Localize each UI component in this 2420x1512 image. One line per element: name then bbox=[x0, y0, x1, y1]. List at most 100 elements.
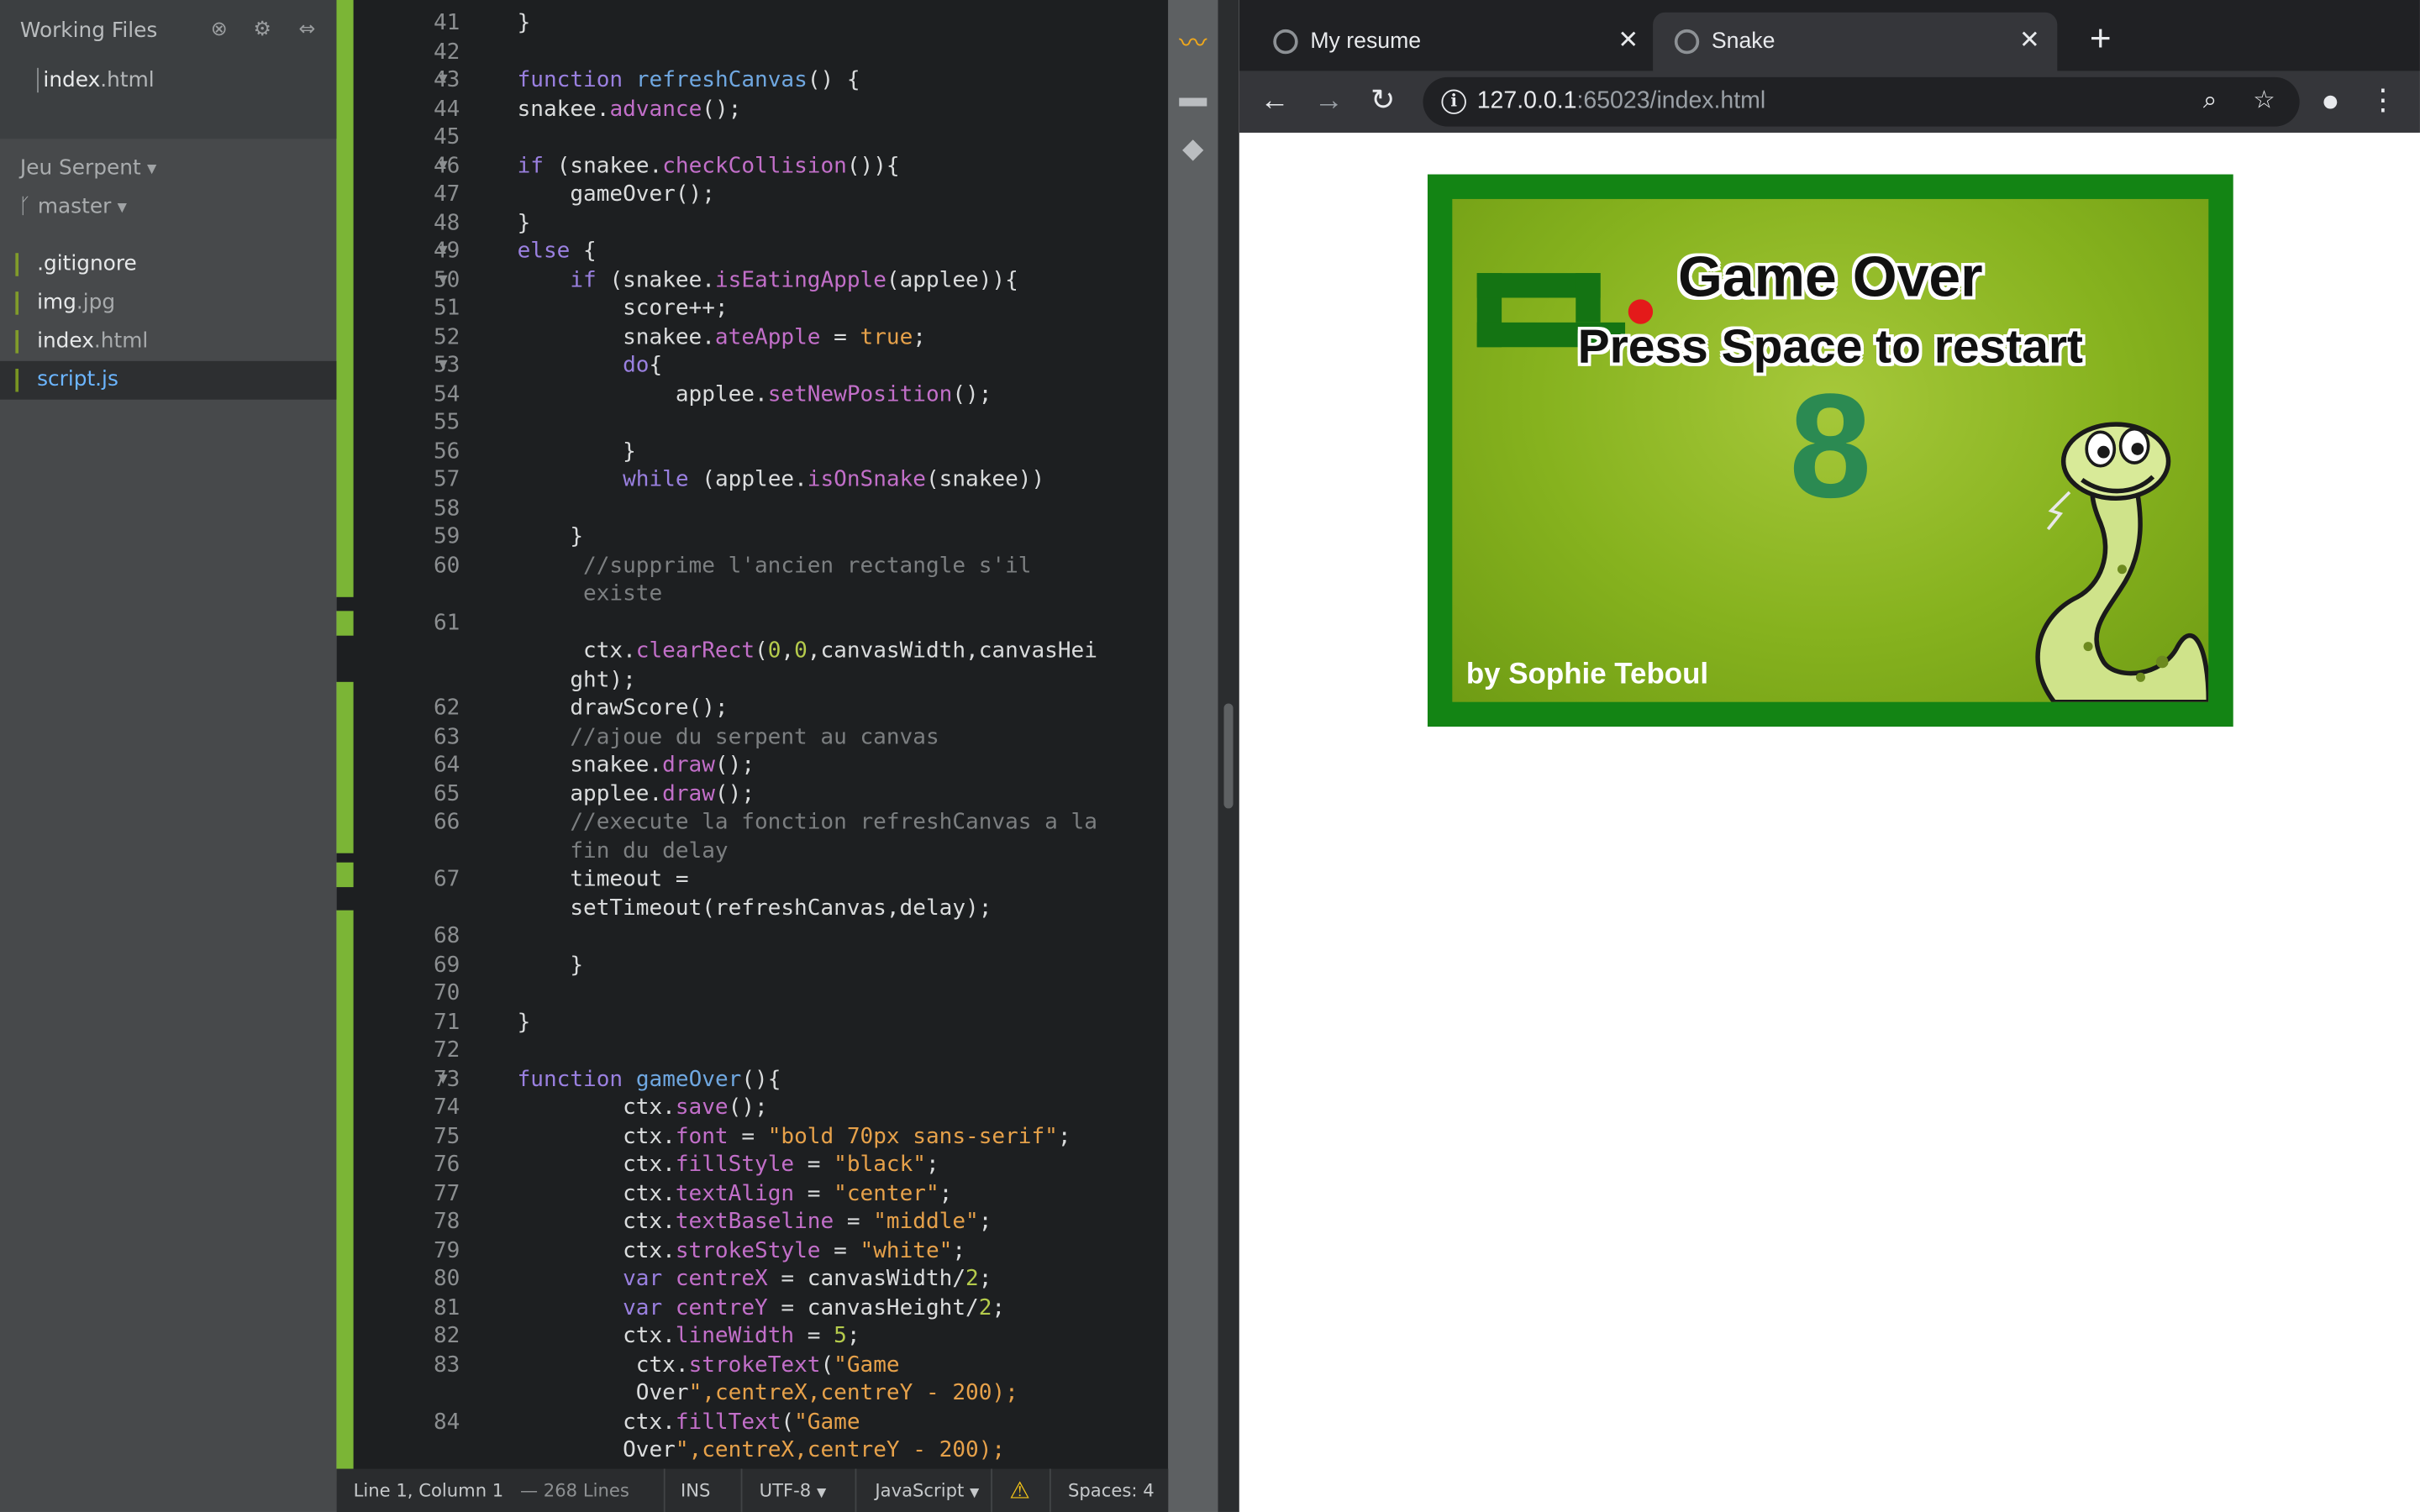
fold-arrow-icon[interactable]: ▼ bbox=[439, 238, 457, 266]
code-text[interactable]: function refreshCanvas() { bbox=[465, 66, 860, 95]
live-preview-icon[interactable]: 〰 bbox=[1176, 26, 1210, 60]
code-line[interactable]: 84 ctx.fillText("Game bbox=[336, 1408, 1168, 1436]
fold-arrow-icon[interactable]: ▼ bbox=[439, 152, 457, 181]
code-text[interactable]: Over",centreX,centreY - 200); bbox=[465, 1436, 1005, 1465]
code-line[interactable]: 72 bbox=[336, 1037, 1168, 1065]
tab-my-resume[interactable]: My resume ✕ bbox=[1252, 13, 1656, 71]
code-line[interactable]: Over",centreX,centreY - 200); bbox=[336, 1436, 1168, 1465]
code-line[interactable]: 82 ctx.lineWidth = 5; bbox=[336, 1322, 1168, 1351]
close-tab-icon[interactable]: ✕ bbox=[1612, 13, 1644, 71]
split-view-icon[interactable]: ⇔ bbox=[295, 18, 319, 43]
file-tree-item[interactable]: .gitignore bbox=[0, 245, 336, 284]
code-line[interactable]: 46 ▼ if (snakee.checkCollision()){ bbox=[336, 152, 1168, 181]
code-text[interactable]: ctx.strokeStyle = "white"; bbox=[465, 1236, 965, 1265]
code-text[interactable]: applee.setNewPosition(); bbox=[465, 381, 992, 409]
address-bar[interactable]: i 127.0.0.1:65023/index.html ⌕ ☆ bbox=[1423, 76, 2300, 127]
code-text[interactable]: do{ bbox=[465, 352, 662, 381]
code-text[interactable]: } bbox=[465, 209, 531, 238]
code-line[interactable]: fin du delay bbox=[336, 837, 1168, 865]
code-text[interactable]: } bbox=[465, 1008, 531, 1037]
code-line[interactable]: 56 } bbox=[336, 438, 1168, 466]
encoding-dropdown[interactable]: UTF-8 ▼ bbox=[760, 1469, 827, 1512]
close-all-icon[interactable]: ⊗ bbox=[207, 18, 231, 43]
code-line[interactable]: 41 } bbox=[336, 9, 1168, 38]
indent-setting[interactable]: Spaces: 4 bbox=[1068, 1469, 1155, 1512]
bookmark-star-icon[interactable]: ☆ bbox=[2245, 83, 2282, 120]
code-text[interactable]: function gameOver(){ bbox=[465, 1065, 781, 1094]
code-text[interactable]: } bbox=[465, 523, 583, 552]
file-tree-item-selected[interactable]: script.js bbox=[0, 360, 337, 400]
code-line[interactable]: ctx.clearRect(0,0,canvasWidth,canvasHei bbox=[336, 638, 1168, 666]
code-line[interactable]: 44 snakee.advance(); bbox=[336, 95, 1168, 123]
code-line[interactable]: 57 while (applee.isOnSnake(snakee)) bbox=[336, 466, 1168, 495]
code-line[interactable]: 65 applee.draw(); bbox=[336, 780, 1168, 808]
info-icon[interactable]: i bbox=[1441, 89, 1466, 114]
language-dropdown[interactable]: JavaScript ▼ bbox=[875, 1469, 979, 1512]
code-line[interactable]: existe bbox=[336, 580, 1168, 609]
file-tree-item[interactable]: index.html bbox=[0, 323, 336, 361]
git-icon[interactable]: ◆ bbox=[1176, 131, 1210, 165]
fold-arrow-icon[interactable]: ▼ bbox=[439, 352, 457, 381]
insert-mode-toggle[interactable]: INS bbox=[681, 1469, 710, 1512]
fold-arrow-icon[interactable]: ▼ bbox=[439, 266, 457, 295]
code-line[interactable]: 70 bbox=[336, 979, 1168, 1008]
code-line[interactable]: 64 snakee.draw(); bbox=[336, 751, 1168, 780]
code-line[interactable]: 69 } bbox=[336, 951, 1168, 979]
code-text[interactable]: while (applee.isOnSnake(snakee)) bbox=[465, 466, 1044, 495]
code-text[interactable]: setTimeout(refreshCanvas,delay); bbox=[465, 894, 992, 922]
code-text[interactable]: ctx.textBaseline = "middle"; bbox=[465, 1208, 992, 1236]
fold-arrow-icon[interactable]: ▼ bbox=[439, 66, 457, 95]
reload-icon[interactable]: ↻ bbox=[1363, 81, 1403, 122]
code-text[interactable]: //supprime l'ancien rectangle s'il bbox=[465, 552, 1031, 580]
code-text[interactable]: timeout = bbox=[465, 865, 688, 894]
code-text[interactable]: ctx.font = "bold 70px sans-serif"; bbox=[465, 1122, 1071, 1151]
code-text[interactable]: } bbox=[465, 438, 636, 466]
code-line[interactable]: 60 //supprime l'ancien rectangle s'il bbox=[336, 552, 1168, 580]
code-line[interactable]: 66 //execute la fonction refreshCanvas a… bbox=[336, 808, 1168, 837]
code-line[interactable]: 77 ctx.textAlign = "center"; bbox=[336, 1179, 1168, 1208]
code-line[interactable]: 55 bbox=[336, 409, 1168, 438]
code-text[interactable]: fin du delay bbox=[465, 837, 728, 865]
new-tab-button[interactable]: + bbox=[2079, 18, 2122, 61]
zoom-icon[interactable]: ⌕ bbox=[2191, 83, 2228, 120]
code-line[interactable]: 48 } bbox=[336, 209, 1168, 238]
code-line[interactable]: 71 } bbox=[336, 1008, 1168, 1037]
code-line[interactable]: 61 bbox=[336, 609, 1168, 638]
code-line[interactable]: ght); bbox=[336, 666, 1168, 695]
code-text[interactable]: var centreY = canvasHeight/2; bbox=[465, 1294, 1005, 1322]
code-text[interactable]: //ajoue du serpent au canvas bbox=[465, 722, 939, 751]
code-line[interactable]: 63 //ajoue du serpent au canvas bbox=[336, 722, 1168, 751]
code-line[interactable]: Over",centreX,centreY - 200); bbox=[336, 1379, 1168, 1408]
code-line[interactable]: 74 ctx.save(); bbox=[336, 1094, 1168, 1122]
back-icon[interactable]: ← bbox=[1255, 81, 1295, 122]
code-text[interactable]: if (snakee.isEatingApple(applee)){ bbox=[465, 266, 1018, 295]
file-tree-item[interactable]: img.jpg bbox=[0, 284, 336, 323]
close-tab-icon[interactable]: ✕ bbox=[2014, 13, 2045, 71]
code-line[interactable]: 73 ▼ function gameOver(){ bbox=[336, 1065, 1168, 1094]
game-canvas[interactable]: Game Over Press Space to restart 8 by So… bbox=[1427, 174, 2233, 727]
git-branch-dropdown[interactable]: ᚴ master ▼ bbox=[18, 194, 127, 218]
code-line[interactable]: 75 ctx.font = "bold 70px sans-serif"; bbox=[336, 1122, 1168, 1151]
code-text[interactable]: Over",centreX,centreY - 200); bbox=[465, 1379, 1018, 1408]
code-line[interactable]: 47 gameOver(); bbox=[336, 181, 1168, 209]
code-text[interactable]: ctx.fillText("Game bbox=[465, 1408, 860, 1436]
code-text[interactable]: existe bbox=[465, 580, 662, 609]
code-text[interactable]: drawScore(); bbox=[465, 695, 728, 723]
code-line[interactable]: 67 timeout = bbox=[336, 865, 1168, 894]
code-line[interactable]: 80 var centreX = canvasWidth/2; bbox=[336, 1265, 1168, 1294]
code-line[interactable]: 68 bbox=[336, 922, 1168, 951]
code-text[interactable]: ctx.strokeText("Game bbox=[465, 1351, 900, 1379]
code-text[interactable]: ctx.save(); bbox=[465, 1094, 768, 1122]
code-line[interactable]: 53 ▼ do{ bbox=[336, 352, 1168, 381]
code-line[interactable]: 49 ▼ else { bbox=[336, 238, 1168, 266]
url-text[interactable]: 127.0.0.1:65023/index.html bbox=[1477, 77, 1765, 127]
code-text[interactable]: snakee.ateApple = true; bbox=[465, 323, 926, 352]
code-line[interactable]: 58 bbox=[336, 495, 1168, 523]
extension-manager-icon[interactable]: ▬ bbox=[1176, 81, 1210, 114]
code-text[interactable]: else { bbox=[465, 238, 597, 266]
code-editor[interactable]: 41 } 42 43 ▼ function refreshCanvas() {44 s… bbox=[336, 0, 1169, 1512]
code-line[interactable]: 62 drawScore(); bbox=[336, 695, 1168, 723]
profile-icon[interactable]: ● bbox=[2311, 81, 2351, 122]
code-line[interactable]: 52 snakee.ateApple = true; bbox=[336, 323, 1168, 352]
code-text[interactable]: ctx.clearRect(0,0,canvasWidth,canvasHei bbox=[465, 638, 1097, 666]
